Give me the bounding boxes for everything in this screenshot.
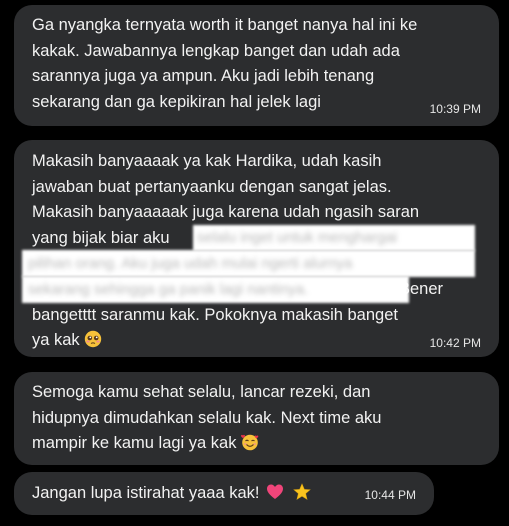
message-line: hidupnya dimudahkan selalu kak. Next tim… bbox=[32, 408, 382, 427]
message-line: sekarang dan ga kepikiran hal jelek lagi bbox=[32, 92, 321, 111]
message-line: ya kak bbox=[32, 328, 485, 354]
message-line: bangetttt saranmu kak. Pokoknya makasih … bbox=[32, 305, 398, 324]
redaction-block: pilihan orang. Aku juga udah mulai ngert… bbox=[22, 250, 475, 277]
message-line: Semoga kamu sehat selalu, lancar rezeki,… bbox=[32, 383, 371, 401]
message-timestamp: 10:44 PM bbox=[364, 488, 416, 502]
message-line-fragment: ya kak bbox=[32, 331, 80, 350]
message-line: mampir ke kamu lagi ya kak bbox=[32, 431, 485, 457]
pleading-face-emoji bbox=[84, 330, 102, 348]
message-line: Makasih banyaaaak ya kak Hardika, udah k… bbox=[32, 152, 382, 170]
message-line: Ga nyangka ternyata worth it banget nany… bbox=[32, 16, 418, 34]
message-bubble: Ga nyangka ternyata worth it banget nany… bbox=[14, 5, 499, 126]
message-line-fragment: Jangan lupa istirahat yaaa kak! bbox=[32, 484, 260, 502]
pink-heart-emoji bbox=[266, 483, 284, 501]
message-line: Makasih banyaaaaak juga karena udah ngas… bbox=[32, 203, 420, 222]
message-line: jawaban buat pertanyaanku dengan sangat … bbox=[32, 177, 392, 196]
message-timestamp: 10:42 PM bbox=[429, 336, 481, 350]
redaction-block: sekarang sehingga ga panik lagi nantinya… bbox=[22, 276, 409, 303]
message-line-fragment: mampir ke kamu lagi ya kak bbox=[32, 434, 237, 453]
message-bubble: Semoga kamu sehat selalu, lancar rezeki,… bbox=[14, 372, 499, 465]
redacted-text: selalu inget untuk menghargai bbox=[197, 229, 398, 246]
message-timestamp: 10:39 PM bbox=[429, 102, 481, 116]
redaction-block: selalu inget untuk menghargai bbox=[193, 225, 475, 251]
redacted-text: pilihan orang. Aku juga udah mulai ngert… bbox=[28, 255, 353, 272]
redacted-text: sekarang sehingga ga panik lagi nantinya… bbox=[28, 281, 309, 298]
message-line: Jangan lupa istirahat yaaa kak! bbox=[32, 481, 420, 507]
message-bubble: Jangan lupa istirahat yaaa kak! 10:44 PM bbox=[14, 472, 434, 515]
star-emoji bbox=[292, 483, 311, 501]
message-line: sarannya juga ya ampun. Aku jadi lebih t… bbox=[32, 67, 375, 86]
message-line: kakak. Jawabannya lengkap banget dan uda… bbox=[32, 41, 400, 60]
smiling-face-with-hearts-emoji bbox=[241, 433, 259, 451]
